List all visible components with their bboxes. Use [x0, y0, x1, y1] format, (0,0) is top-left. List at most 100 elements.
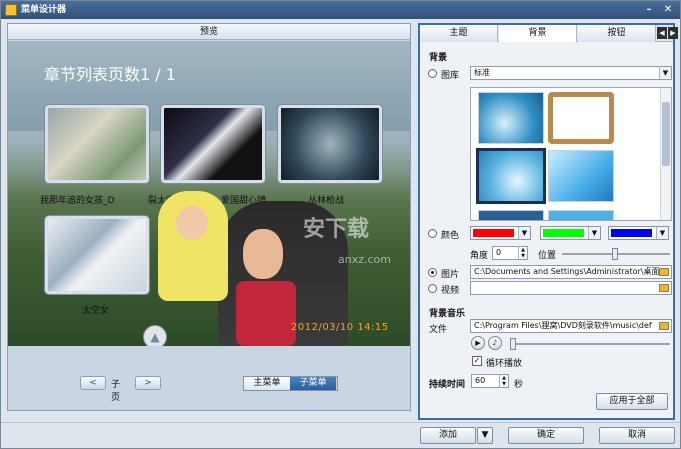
chevron-down-icon: ▼ — [518, 227, 530, 239]
folder-icon[interactable] — [659, 322, 669, 330]
apply-all-button[interactable]: 应用于全部 — [596, 393, 668, 410]
child-face — [176, 206, 208, 240]
image-path-field[interactable]: C:\Documents and Settings\Administrator\… — [470, 265, 672, 279]
folder-icon[interactable] — [659, 268, 669, 276]
add-dropdown-icon[interactable]: ▼ — [477, 427, 493, 444]
preview-canvas[interactable]: 章节列表页数1 / 1 我那年追的女孩_D 裂太空仙女 爱国甜心镜 丛林枪战 太… — [8, 41, 410, 346]
chevron-down-icon: ▼ — [656, 227, 668, 239]
chapter-caption-5: 太空女 — [82, 306, 110, 316]
slider-knob[interactable] — [612, 248, 618, 260]
tab-scroll-left-icon[interactable]: ◀ — [657, 27, 667, 39]
bg-thumb-4[interactable] — [548, 150, 614, 202]
menu-switch: 主菜单 子菜单 — [243, 376, 338, 391]
chapter-caption-1: 我那年追的女孩_D — [40, 196, 115, 206]
chapter-thumb-1[interactable] — [45, 105, 149, 183]
music-section-title: 背景音乐 — [429, 309, 466, 319]
add-button[interactable]: 添加 — [420, 427, 476, 444]
angle-value: 0 — [496, 248, 502, 257]
scrollbar-thumb[interactable] — [662, 102, 670, 166]
video-path-field[interactable] — [470, 281, 672, 295]
date-stamp: 2012/03/10 14:15 — [291, 322, 389, 333]
window-title: 菜单设计器 — [21, 5, 67, 15]
swatch-2 — [543, 229, 584, 237]
close-icon[interactable]: ✕ — [660, 3, 676, 17]
gallery-select[interactable]: 标准 ▼ — [470, 66, 672, 80]
music-slider-knob[interactable] — [510, 338, 516, 350]
settings-tabs: 主题 背景 按钮 ◀ ▶ — [420, 25, 678, 42]
color-label: 颜色 — [441, 231, 460, 241]
loop-label: 循环播放 — [486, 359, 523, 369]
gallery-select-value: 标准 — [474, 68, 490, 77]
duration-unit: 秒 — [514, 380, 524, 390]
volume-icon[interactable]: ♪ — [488, 336, 502, 350]
red-shirt — [236, 281, 296, 346]
background-section-title: 背景 — [429, 53, 448, 63]
chapter-page-title[interactable]: 章节列表页数1 / 1 — [44, 61, 176, 85]
angle-label: 角度 — [470, 251, 489, 261]
background-gallery[interactable] — [470, 87, 672, 221]
prev-page-button[interactable]: < — [80, 376, 106, 390]
image-radio[interactable] — [428, 268, 437, 277]
bg-thumb-6[interactable] — [548, 210, 614, 220]
watermark-url: anxz.com — [338, 253, 391, 266]
color-picker-2[interactable]: ▼ — [540, 226, 601, 240]
video-label: 视频 — [441, 286, 460, 296]
color-picker-1[interactable]: ▼ — [470, 226, 531, 240]
image-label: 图片 — [441, 270, 460, 280]
chapter-thumb-2[interactable] — [161, 105, 265, 183]
minimize-icon[interactable]: – — [641, 3, 657, 17]
tab-button[interactable]: 按钮 — [578, 25, 656, 42]
swatch-3 — [611, 229, 652, 237]
menu-designer-window: 菜单设计器 – ✕ 预览 章节列表页数1 / 1 我那年追的女孩_D 裂太空仙女… — [0, 0, 681, 449]
preview-header: 预览 — [8, 24, 410, 40]
video-radio[interactable] — [428, 284, 437, 293]
loop-checkbox[interactable]: ✓ — [472, 356, 482, 366]
image-path-value: C:\Documents and Settings\Administrator\… — [474, 267, 660, 276]
settings-panel: 主题 背景 按钮 ◀ ▶ 背景 图库 标准 ▼ 颜色 ▼ ▼ ▼ 角度 0 ▲ … — [418, 23, 678, 420]
app-icon — [5, 4, 17, 16]
chevron-down-icon: ▼ — [659, 67, 671, 79]
tab-scroll-right-icon[interactable]: ▶ — [668, 27, 678, 39]
bg-thumb-3-selected[interactable] — [476, 148, 546, 204]
folder-icon[interactable] — [659, 284, 669, 292]
angle-spinner[interactable]: 0 ▲ ▼ — [492, 246, 528, 260]
tab-background[interactable]: 背景 — [499, 25, 577, 42]
color-radio[interactable] — [428, 229, 437, 238]
woman-face — [243, 229, 283, 279]
ok-button[interactable]: 确定 — [508, 427, 584, 444]
gallery-label: 图库 — [441, 71, 460, 81]
sub-menu-tab[interactable]: 子菜单 — [290, 377, 336, 390]
main-menu-tab[interactable]: 主菜单 — [244, 377, 290, 390]
cancel-button[interactable]: 取消 — [599, 427, 675, 444]
preview-panel: 预览 章节列表页数1 / 1 我那年追的女孩_D 裂太空仙女 爱国甜心镜 丛林枪… — [7, 23, 411, 411]
chevron-down-icon: ▼ — [588, 227, 600, 239]
next-page-button[interactable]: > — [135, 376, 161, 390]
color-picker-3[interactable]: ▼ — [608, 226, 669, 240]
bg-thumb-1[interactable] — [478, 92, 544, 144]
bg-thumb-2[interactable] — [548, 92, 614, 144]
bg-thumb-5[interactable] — [478, 210, 544, 220]
duration-label: 持续时间 — [429, 380, 466, 390]
duration-value: 60 — [475, 376, 486, 385]
title-bar: 菜单设计器 – ✕ — [1, 1, 680, 19]
position-label: 位置 — [538, 251, 557, 261]
music-file-label: 文件 — [429, 325, 448, 335]
tab-theme[interactable]: 主题 — [420, 25, 498, 42]
music-progress-slider[interactable] — [510, 338, 670, 350]
chapter-thumb-4[interactable] — [45, 216, 149, 294]
spinner-arrows-icon[interactable]: ▲ ▼ — [518, 247, 527, 259]
duration-spinner[interactable]: 60 ▲ ▼ — [471, 374, 509, 388]
play-icon[interactable]: ▶ — [471, 336, 485, 350]
gallery-scrollbar[interactable] — [660, 88, 671, 220]
watermark-logo: 安下载 — [303, 217, 370, 242]
swatch-1 — [473, 229, 514, 237]
music-path-field[interactable]: C:\Program Files\狸窝\DVD刻录软件\music\def — [470, 319, 672, 333]
subpage-label: 子页 — [111, 380, 121, 403]
eject-up-icon[interactable]: ▲ — [143, 325, 167, 346]
chapter-thumb-3[interactable] — [278, 105, 382, 183]
gallery-radio[interactable] — [428, 69, 437, 78]
dialog-footer: 添加 ▼ 确定 取消 — [1, 422, 680, 448]
position-slider[interactable] — [562, 248, 670, 260]
spinner-arrows-icon[interactable]: ▲ ▼ — [499, 375, 508, 387]
music-path-value: C:\Program Files\狸窝\DVD刻录软件\music\def — [474, 321, 652, 330]
